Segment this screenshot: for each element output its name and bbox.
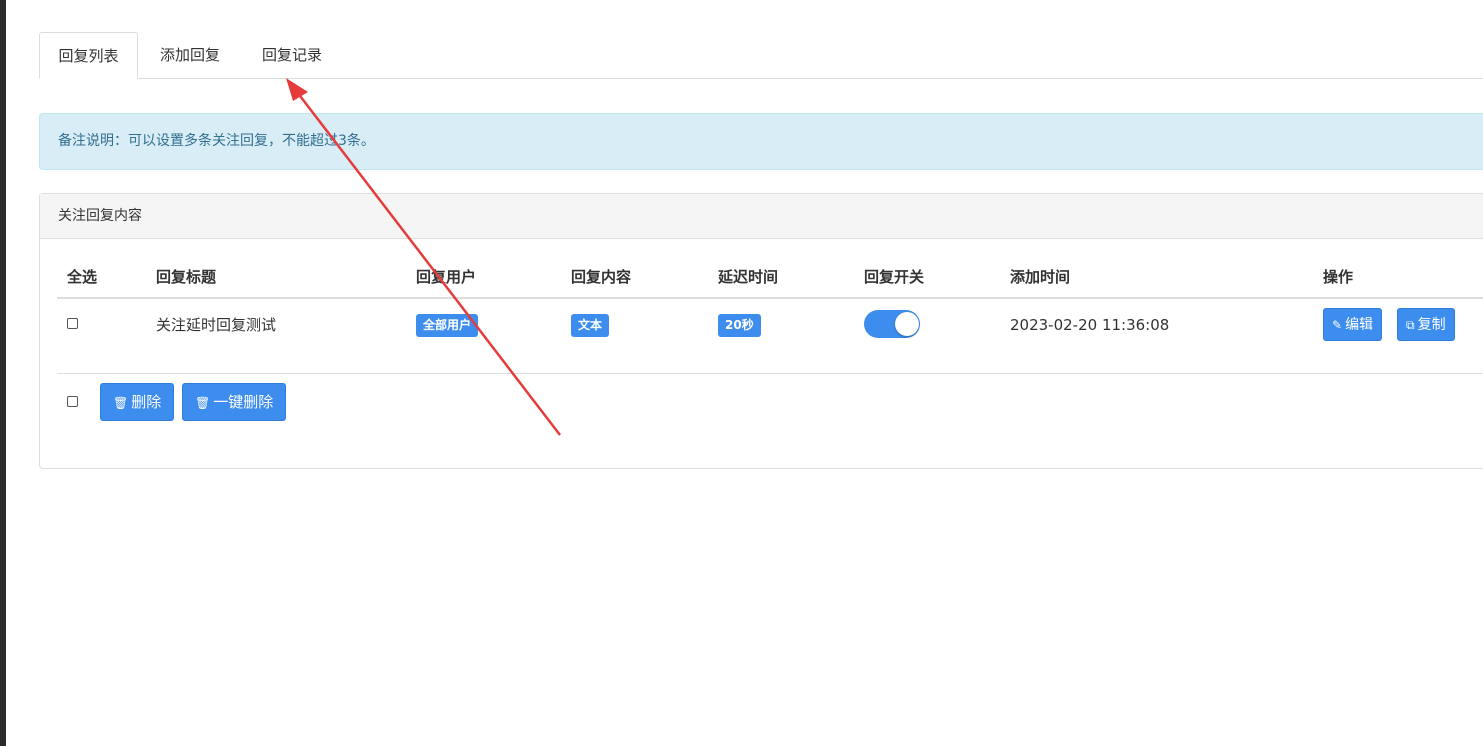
tab-reply-records[interactable]: 回复记录 — [242, 32, 342, 78]
header-reply-title: 回复标题 — [156, 268, 217, 286]
trash-icon: 🗑 — [195, 396, 211, 410]
edit-button[interactable]: ✎ 编辑 — [1323, 308, 1383, 341]
header-actions: 操作 — [1323, 268, 1354, 286]
header-delay-time: 延迟时间 — [718, 268, 779, 286]
panel-title: 关注回复内容 — [40, 194, 1483, 239]
copy-button[interactable]: ⧉ 复制 — [1397, 308, 1455, 341]
delay-badge: 20秒 — [718, 314, 761, 337]
table-header-divider — [57, 297, 1483, 299]
copy-icon: ⧉ — [1406, 318, 1415, 332]
alert-text: 备注说明：可以设置多条关注回复，不能超过3条。 — [58, 133, 375, 149]
header-reply-user: 回复用户 — [416, 268, 477, 286]
header-reply-switch: 回复开关 — [864, 268, 925, 286]
row-title: 关注延时回复测试 — [156, 316, 277, 334]
tab-bar: 回复列表 添加回复 回复记录 — [39, 32, 1483, 79]
tab-reply-list[interactable]: 回复列表 — [39, 32, 138, 79]
info-alert: 备注说明：可以设置多条关注回复，不能超过3条。 — [39, 113, 1483, 170]
reply-toggle-switch[interactable] — [864, 310, 920, 338]
trash-icon: 🗑 — [113, 396, 129, 410]
delete-all-button-label: 一键删除 — [213, 393, 274, 411]
toggle-knob — [895, 312, 919, 336]
edit-button-label: 编辑 — [1345, 317, 1374, 333]
content-type-badge: 文本 — [571, 314, 610, 337]
select-all-checkbox[interactable] — [67, 396, 78, 407]
row-checkbox[interactable] — [67, 318, 78, 329]
annotation-arrow-head — [286, 78, 308, 101]
row-added-time: 2023-02-20 11:36:08 — [1010, 316, 1170, 334]
header-added-time: 添加时间 — [1010, 268, 1071, 286]
table-row-divider — [57, 373, 1483, 374]
edit-icon: ✎ — [1332, 318, 1343, 332]
delete-button[interactable]: 🗑 删除 — [100, 383, 175, 421]
user-badge: 全部用户 — [416, 314, 479, 337]
page: 回复列表 添加回复 回复记录 备注说明：可以设置多条关注回复，不能超过3条。 关… — [0, 0, 1483, 746]
delete-button-label: 删除 — [131, 393, 162, 411]
tab-add-reply[interactable]: 添加回复 — [140, 32, 240, 78]
header-select-all: 全选 — [67, 268, 98, 286]
header-reply-content: 回复内容 — [571, 268, 632, 286]
copy-button-label: 复制 — [1417, 317, 1446, 333]
delete-all-button[interactable]: 🗑 一键删除 — [182, 383, 287, 421]
